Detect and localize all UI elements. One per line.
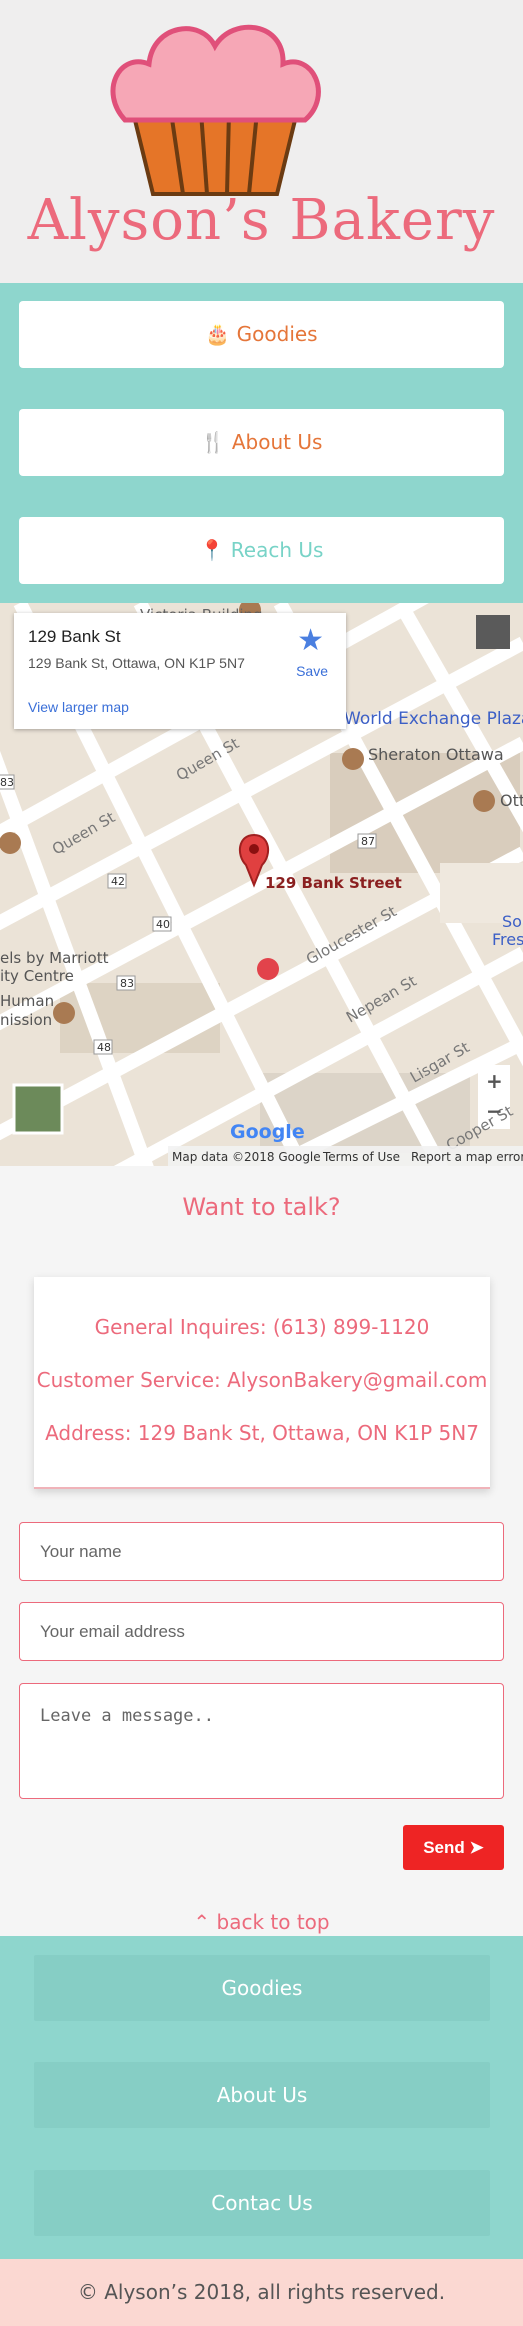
back-to-top-link[interactable]: ⌃ back to top (0, 1910, 523, 1934)
view-larger-map-link[interactable]: View larger map (28, 699, 129, 715)
svg-text:Terms of Use: Terms of Use (322, 1150, 400, 1164)
footer-about-link[interactable]: About Us (34, 2062, 490, 2128)
svg-text:Ott: Ott (500, 791, 523, 810)
site-header: Alyson’s Bakery (0, 0, 523, 283)
footer-goodies-link[interactable]: Goodies (34, 1955, 490, 2021)
svg-text:World Exchange Plaza: World Exchange Plaza (344, 709, 523, 729)
paper-plane-icon: ➤ (469, 1838, 484, 1857)
svg-text:Sheraton Ottawa: Sheraton Ottawa (368, 745, 504, 764)
svg-text:87: 87 (361, 835, 375, 848)
customer-service: Customer Service: AlysonBakery@gmail.com (36, 1368, 488, 1392)
svg-text:nission: nission (0, 1011, 52, 1029)
svg-text:ity Centre: ity Centre (0, 967, 74, 985)
message-textarea[interactable]: Leave a message.. (19, 1683, 504, 1799)
send-label: Send (423, 1838, 465, 1857)
map-card-address: 129 Bank St, Ottawa, ON K1P 5N7 (28, 655, 245, 671)
svg-text:40: 40 (156, 918, 170, 931)
svg-text:83: 83 (0, 776, 14, 789)
nav-goodies-label: Goodies (236, 322, 318, 346)
address: Address: 129 Bank St, Ottawa, ON K1P 5N7 (45, 1421, 479, 1445)
footer-contact-link[interactable]: Contac Us (34, 2170, 490, 2236)
svg-text:Human: Human (0, 992, 54, 1010)
svg-text:−: − (486, 1099, 503, 1123)
nav-about-button[interactable]: 🍴 About Us (19, 409, 504, 476)
svg-text:+: + (486, 1069, 503, 1093)
cupcake-logo-icon (110, 24, 321, 196)
svg-text:Google: Google (230, 1121, 305, 1143)
svg-text:So: So (502, 912, 522, 931)
map-card-title: 129 Bank St (28, 627, 121, 646)
name-input[interactable]: Your name (19, 1522, 504, 1581)
svg-text:Report a map error: Report a map error (411, 1150, 523, 1164)
general-inquiries: General Inquires: (613) 899-1120 (94, 1315, 430, 1339)
bakery-title: Alyson’s Bakery (27, 188, 496, 253)
chevron-up-icon: ⌃ (193, 1910, 217, 1934)
svg-text:Fres: Fres (492, 930, 523, 949)
svg-text:83: 83 (120, 977, 134, 990)
star-icon[interactable]: ★ (297, 623, 324, 658)
copyright-bar: © Alyson’s 2018, all rights reserved. (0, 2259, 523, 2326)
nav-reach-label: Reach Us (230, 538, 324, 562)
email-input[interactable]: Your email address (19, 1602, 504, 1661)
send-button[interactable]: Send ➤ (403, 1825, 504, 1870)
map-info-card: 129 Bank St 129 Bank St, Ottawa, ON K1P … (14, 613, 346, 729)
utensils-icon: 🍴 (200, 430, 232, 454)
nav-reach-button[interactable]: 📍 Reach Us (19, 517, 504, 584)
map-pin-icon: 📍 (199, 538, 231, 562)
contact-heading: Want to talk? (182, 1193, 341, 1221)
svg-text:Map data ©2018 Google: Map data ©2018 Google (172, 1150, 321, 1164)
nav-goodies-button[interactable]: 🎂 Goodies (19, 301, 504, 368)
back-to-top-label: back to top (216, 1910, 330, 1934)
svg-text:129 Bank Street: 129 Bank Street (265, 874, 402, 892)
site-footer: Goodies About Us Contac Us (0, 1936, 523, 2259)
contact-info-card: General Inquires: (613) 899-1120 Custome… (34, 1277, 490, 1489)
svg-text:42: 42 (111, 875, 125, 888)
nav-about-label: About Us (231, 430, 323, 454)
cake-icon: 🎂 (205, 322, 237, 346)
svg-text:els by Marriott: els by Marriott (0, 949, 109, 967)
map-save-button[interactable]: Save (296, 663, 328, 679)
svg-text:48: 48 (97, 1041, 111, 1054)
main-nav: 🎂 Goodies 🍴 About Us 📍 Reach Us (0, 283, 523, 603)
